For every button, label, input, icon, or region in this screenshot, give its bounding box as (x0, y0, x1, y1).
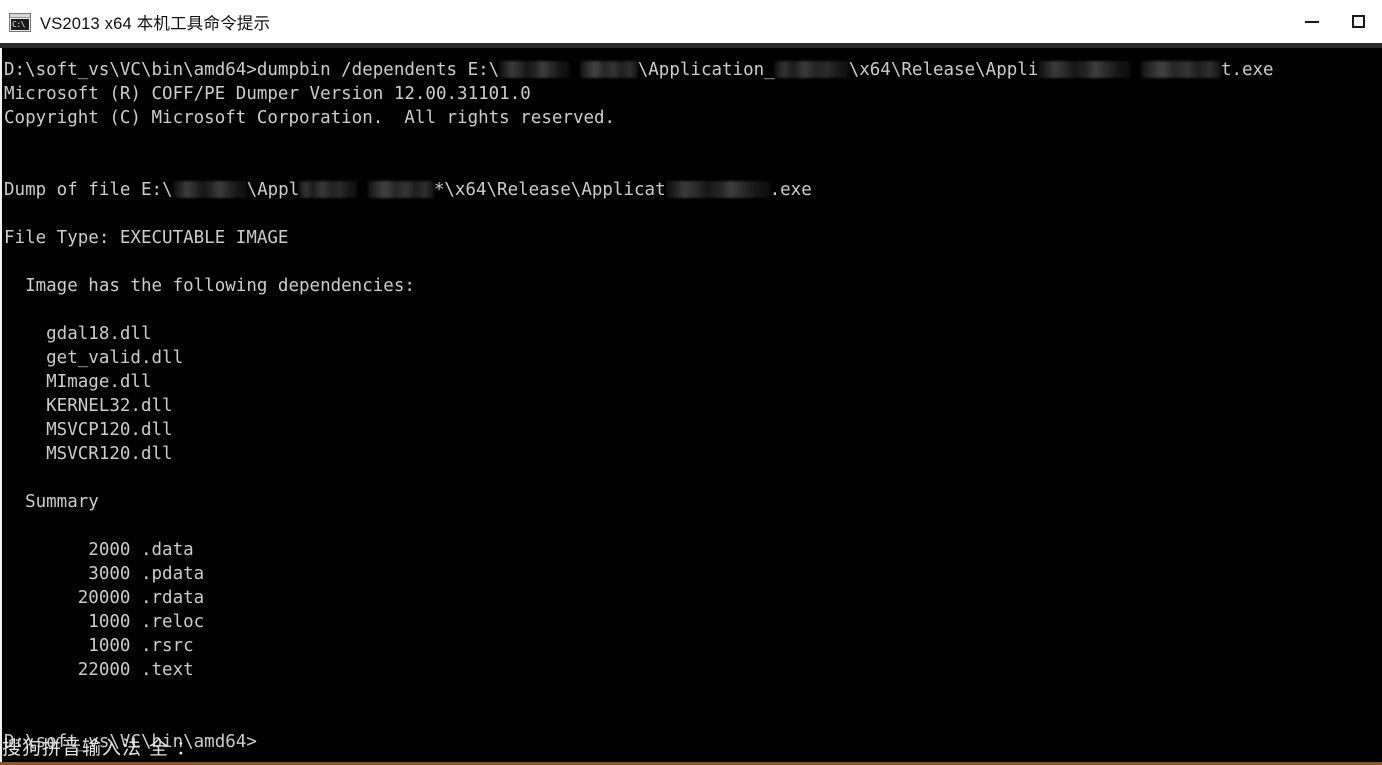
console-window: C:\ VS2013 x64 本机工具命令提示 D:\soft_vs\VC\bi… (0, 0, 1382, 765)
console-text-segment (357, 180, 368, 200)
redacted-path-segment (579, 61, 638, 78)
window-controls (1288, 0, 1382, 43)
console-text-segment: *\x64\Release\Applicat (433, 180, 666, 200)
console-text-segment: t.exe (1220, 60, 1274, 80)
console-line-blank-3 (4, 202, 1382, 226)
console-text-segment: \Application_ (637, 60, 775, 80)
console-line-blank-7 (4, 514, 1382, 538)
redacted-path-segment (1038, 61, 1131, 78)
console-line-blank-1 (4, 130, 1382, 154)
console-line-blank-9 (4, 706, 1382, 730)
redacted-path-segment (1140, 61, 1221, 78)
console-line-list: D:\soft_vs\VC\bin\amd64>dumpbin /depende… (2, 48, 1382, 754)
console-line-dep-5: MSVCP120.dll (4, 420, 173, 440)
redacted-path-segment (774, 61, 849, 78)
console-icon-titlebar (10, 13, 30, 18)
redacted-path-segment (367, 181, 434, 198)
console-line-blank-4 (4, 250, 1382, 274)
redacted-path-segment (172, 181, 247, 198)
console-text-segment (569, 60, 580, 80)
console-text-segment (1130, 60, 1141, 80)
console-line-dep-4: KERNEL32.dll (4, 396, 173, 416)
redacted-path-segment (299, 181, 358, 198)
console-line-dependencies-heading: Image has the following dependencies: (4, 276, 415, 296)
console-line-cmd-line: D:\soft_vs\VC\bin\amd64>dumpbin /depende… (4, 58, 1382, 82)
console-line-dep-3: MImage.dll (4, 372, 152, 392)
console-text-segment: Dump of file E:\ (4, 180, 173, 200)
title-bar[interactable]: C:\ VS2013 x64 本机工具命令提示 (0, 0, 1382, 43)
console-icon: C:\ (9, 12, 31, 32)
console-line-blank-6 (4, 466, 1382, 490)
console-line-dep-2: get_valid.dll (4, 348, 184, 368)
console-line-copyright: Copyright (C) Microsoft Corporation. All… (4, 108, 616, 128)
console-line-blank-5 (4, 298, 1382, 322)
console-line-dep-1: gdal18.dll (4, 324, 152, 344)
console-line-dump-of-file: Dump of file E:\ \Appl *\x64\Release\Appl… (4, 178, 1382, 202)
ime-status-bar: 搜狗拼音输入法 全 ： (2, 737, 197, 759)
console-output-area[interactable]: D:\soft_vs\VC\bin\amd64>dumpbin /depende… (0, 48, 1382, 762)
console-line-dumper-version: Microsoft (R) COFF/PE Dumper Version 12.… (4, 84, 531, 104)
minimize-button[interactable] (1288, 0, 1335, 43)
redacted-path-segment (499, 61, 570, 78)
title-bar-left: C:\ VS2013 x64 本机工具命令提示 (0, 10, 1288, 34)
console-text-segment: \x64\Release\Appli (848, 60, 1039, 80)
console-line-sum-5: 1000 .rsrc (4, 636, 194, 656)
minimize-icon (1304, 20, 1319, 23)
window-title: VS2013 x64 本机工具命令提示 (40, 14, 271, 33)
console-line-sum-3: 20000 .rdata (4, 588, 205, 608)
console-line-blank-8 (4, 682, 1382, 706)
console-line-sum-6: 22000 .text (4, 660, 194, 680)
console-line-sum-2: 3000 .pdata (4, 564, 205, 584)
console-line-sum-1: 2000 .data (4, 540, 194, 560)
redacted-path-segment (665, 181, 770, 198)
console-line-sum-4: 1000 .reloc (4, 612, 205, 632)
maximize-button[interactable] (1335, 0, 1382, 43)
console-text-segment: D:\soft_vs\VC\bin\amd64>dumpbin /depende… (4, 60, 500, 80)
console-icon-glyph: C:\ (11, 18, 29, 30)
console-line-file-type: File Type: EXECUTABLE IMAGE (4, 228, 289, 248)
console-text-segment: \Appl (246, 180, 300, 200)
console-line-blank-2 (4, 154, 1382, 178)
console-text-segment: .exe (769, 180, 812, 200)
maximize-icon (1352, 15, 1365, 28)
console-line-summary-heading: Summary (4, 492, 99, 512)
console-line-dep-6: MSVCR120.dll (4, 444, 173, 464)
